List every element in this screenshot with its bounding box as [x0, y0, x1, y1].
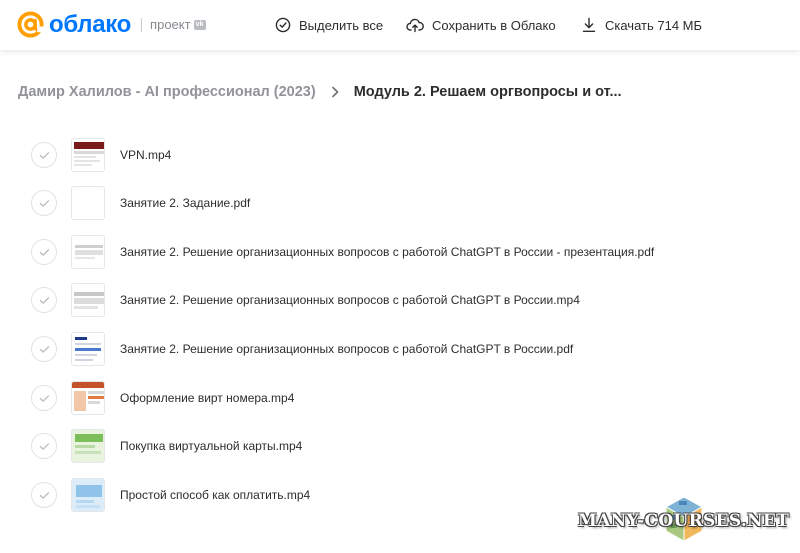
check-icon — [39, 345, 49, 353]
select-checkbox[interactable] — [31, 287, 57, 313]
select-checkbox[interactable] — [31, 190, 57, 216]
file-thumbnail — [71, 283, 105, 317]
file-name: Простой способ как оплатить.mp4 — [120, 488, 311, 502]
select-checkbox[interactable] — [31, 142, 57, 168]
file-name: Оформление вирт номера.mp4 — [120, 391, 295, 405]
select-checkbox[interactable] — [31, 433, 57, 459]
file-thumbnail — [71, 186, 105, 220]
logo-divider — [141, 17, 143, 32]
chevron-right-icon — [331, 86, 339, 98]
select-all-label: Выделить все — [299, 17, 384, 33]
file-name: Покупка виртуальной карты.mp4 — [120, 439, 303, 453]
file-row[interactable]: VPN.mp4 — [0, 131, 800, 179]
select-checkbox[interactable] — [31, 239, 57, 265]
check-icon — [39, 199, 49, 207]
logo-text: облако — [49, 11, 132, 38]
check-icon — [39, 248, 49, 256]
file-thumbnail — [71, 332, 105, 366]
vk-badge-icon: vk — [193, 19, 206, 30]
file-thumbnail — [71, 381, 105, 415]
cloud-upload-icon — [406, 18, 424, 33]
file-name: Занятие 2. Задание.pdf — [120, 196, 251, 210]
select-all-button[interactable]: Выделить все — [275, 14, 383, 36]
logo-project-label: проект — [150, 17, 191, 32]
check-icon — [39, 296, 49, 304]
breadcrumb-parent-link[interactable]: Дамир Халилов - AI профессионал (2023) — [18, 84, 316, 100]
file-thumbnail — [71, 478, 105, 512]
cloud-logo[interactable]: облако проект vk — [16, 10, 206, 39]
check-icon — [39, 442, 49, 450]
breadcrumb-current-folder: Модуль 2. Решаем оргвопросы и от... — [353, 84, 622, 100]
file-name: Занятие 2. Решение организационных вопро… — [120, 342, 574, 356]
check-icon — [39, 394, 49, 402]
select-checkbox[interactable] — [31, 482, 57, 508]
save-to-cloud-button[interactable]: Сохранить в Облако — [406, 14, 556, 36]
download-label: Скачать 714 МБ — [605, 17, 703, 33]
breadcrumb: Дамир Халилов - AI профессионал (2023) М… — [18, 82, 622, 102]
file-row[interactable]: Занятие 2. Решение организационных вопро… — [0, 228, 800, 276]
check-icon — [39, 491, 49, 499]
select-checkbox[interactable] — [31, 385, 57, 411]
download-icon — [582, 17, 596, 32]
watermark-text: MANY-COURSES.NET — [578, 511, 790, 531]
file-thumbnail — [71, 429, 105, 463]
file-row[interactable]: Занятие 2. Решение организационных вопро… — [0, 276, 800, 324]
file-thumbnail — [71, 235, 105, 269]
download-button[interactable]: Скачать 714 МБ — [581, 14, 702, 36]
file-row[interactable]: Покупка виртуальной карты.mp4 — [0, 422, 800, 470]
file-row[interactable]: Занятие 2. Задание.pdf — [0, 179, 800, 227]
select-checkbox[interactable] — [31, 336, 57, 362]
file-name: Занятие 2. Решение организационных вопро… — [120, 293, 580, 307]
file-name: Занятие 2. Решение организационных вопро… — [120, 245, 655, 259]
file-thumbnail — [71, 138, 105, 172]
mail-at-logo-icon — [17, 11, 44, 38]
file-row[interactable]: Занятие 2. Решение организационных вопро… — [0, 325, 800, 373]
save-to-cloud-label: Сохранить в Облако — [432, 17, 556, 33]
file-row[interactable]: Оформление вирт номера.mp4 — [0, 374, 800, 422]
check-circle-icon — [275, 17, 291, 33]
top-bar: облако проект vk Выделить все Сохранить … — [0, 0, 800, 50]
check-icon — [39, 151, 49, 159]
file-name: VPN.mp4 — [120, 148, 172, 162]
